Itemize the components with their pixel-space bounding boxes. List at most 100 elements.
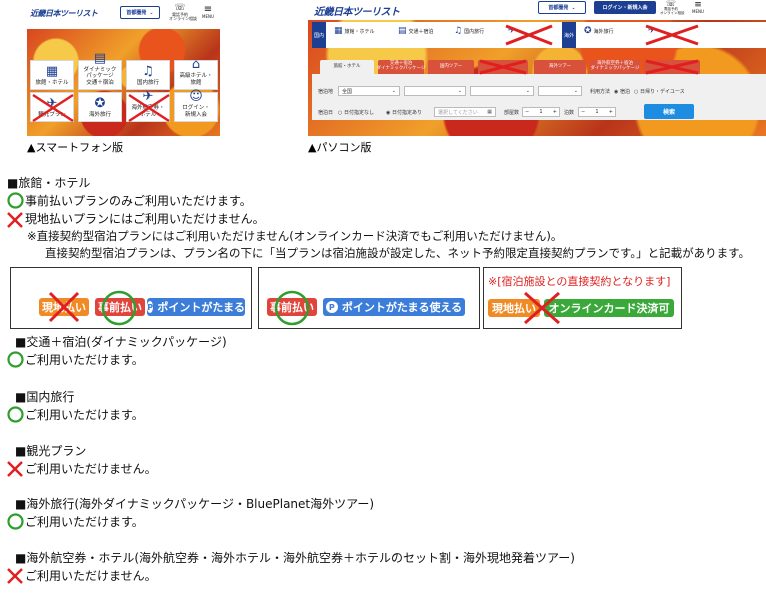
- pc-overseas-badge: 海外: [562, 22, 576, 48]
- minus-icon[interactable]: −: [581, 109, 585, 115]
- pc-login-button[interactable]: ログイン・新規入会: [594, 1, 656, 14]
- minus-icon[interactable]: −: [525, 109, 529, 115]
- ng-cross-icon: [7, 568, 23, 584]
- pc-date-input[interactable]: 選択してください ▦: [434, 107, 496, 117]
- pc-subarea-select[interactable]: ⌄: [470, 86, 534, 96]
- phone-tile-sightseeing[interactable]: ✈ 観光プラン: [30, 92, 74, 123]
- pc-nights-label: 泊数: [564, 110, 575, 116]
- smartphone-screenshot: 近畿日本ツーリスト 首都圏発 ⌄ ☏ 電話予約 オンライン相談 ≡ MENU ▦…: [27, 2, 220, 136]
- pc-nav-hotel[interactable]: ▦ 旅館・ホテル: [334, 26, 375, 36]
- phone-menu-label: MENU: [202, 14, 214, 19]
- plus-icon[interactable]: +: [609, 109, 613, 115]
- pc-tab-1[interactable]: 交通＋宿泊 ダイナミックパッケージ: [376, 60, 426, 74]
- dp-heading: ■交通＋宿泊(ダイナミックパッケージ): [15, 335, 227, 349]
- dp-line: ご利用いただけます。: [25, 353, 144, 367]
- pc-tab-6[interactable]: [644, 60, 700, 74]
- pc-nav-overseas[interactable]: ✪ 海外旅行: [584, 26, 614, 36]
- pc-usage-option-day[interactable]: ○ 日帰り・デイユース: [634, 88, 685, 95]
- phone-tile-user[interactable]: ☺ ログイン・ 新規入会: [174, 90, 218, 122]
- pc-tab-2[interactable]: 国内ツアー: [428, 60, 474, 74]
- pc-menu-label: MENU: [692, 9, 704, 14]
- pc-date-option-set[interactable]: ◉ 日付指定あり: [386, 109, 422, 116]
- phone-menu-button[interactable]: ≡ MENU: [198, 5, 218, 19]
- pc-nav-domestic[interactable]: ♫ 国内旅行: [454, 26, 484, 36]
- points-chip: P ポイントがたまる: [147, 298, 245, 316]
- phone-tile-label: 高級ホテル・ 旅館: [179, 73, 213, 86]
- pc-usage-label: 利用方法: [590, 89, 611, 95]
- phone-tile-luxury-hotel[interactable]: ⌂ 高級ホテル・ 旅館: [174, 57, 218, 90]
- points-chip-label: ポイントがたまる: [157, 301, 245, 314]
- pc-menu-button[interactable]: ≡ MENU: [689, 1, 707, 14]
- pc-usage-option-stay[interactable]: ◉ 宿泊: [614, 88, 630, 95]
- pc-domestic-label: 国内: [313, 32, 324, 39]
- pc-destination-select[interactable]: 全国 ⌄: [338, 86, 400, 96]
- phone-contact-label: 電話予約 オンライン相談: [169, 12, 197, 22]
- pc-area-select[interactable]: ⌄: [404, 86, 466, 96]
- pc-tab-3[interactable]: [478, 60, 528, 74]
- dynamic-package-icon: ▤: [398, 26, 407, 36]
- pc-screenshot: 近畿日本ツーリスト 首都圏発 ⌄ ログイン・新規入会 ☏ 電話予約 オンライン相…: [308, 0, 766, 136]
- online-card-chip: オンラインカード決済可: [544, 299, 674, 317]
- pc-destination-value: 全国: [342, 88, 353, 95]
- phone-logo: 近畿日本ツーリスト: [30, 9, 98, 18]
- pc-tab-4[interactable]: 海外ツアー: [534, 60, 586, 74]
- pay-local-chip: 現地払い: [488, 299, 540, 317]
- sightseeing-icon: ✈: [508, 26, 516, 36]
- phone-tile-label: ダイナミック パッケージ 交通＋宿泊: [83, 67, 117, 86]
- chevron-down-icon: ⌄: [457, 88, 462, 94]
- chevron-down-icon: ⌄: [149, 9, 154, 16]
- hotel-note2: 直接契約型宿泊プランは、プラン名の下に「当プランは宿泊施設が設定した、ネット予約…: [45, 246, 750, 260]
- pc-onsen-select[interactable]: ⌄: [538, 86, 582, 96]
- pc-nights-stepper[interactable]: − 1 +: [578, 107, 616, 117]
- pc-search-button[interactable]: 検索: [644, 104, 694, 119]
- pc-date-placeholder: 選択してください: [438, 109, 478, 116]
- pc-tab-0[interactable]: 旅館・ホテル: [320, 60, 374, 74]
- hotel-icon: ▦: [334, 26, 343, 36]
- overseas-travel-icon: ✪: [94, 95, 106, 111]
- points-use-chip: P ポイントがたまる使える: [323, 298, 465, 316]
- pc-contact-button[interactable]: ☏ 電話予約 オンライン相談: [660, 0, 685, 16]
- luxury-hotel-icon: ⌂: [191, 57, 201, 73]
- pc-date-none-label: 日付指定なし: [343, 110, 374, 116]
- phone-region-select-label: 首都圏発: [126, 10, 147, 16]
- pc-rooms-stepper[interactable]: − 1 +: [522, 107, 560, 117]
- pc-caption: ▲パソコン版: [308, 141, 372, 154]
- phone-tile-overseas-travel[interactable]: ✪ 海外旅行: [78, 92, 122, 122]
- phone-tile-hotel[interactable]: ▦ 旅館・ホテル: [30, 60, 74, 90]
- phone-tile-label: ログイン・ 新規入会: [182, 105, 210, 118]
- pc-usage-day-label: 日帰り・デイユース: [639, 89, 685, 95]
- phone-contact-button[interactable]: ☏ 電話予約 オンライン相談: [169, 4, 197, 22]
- phone-tile-overseas-flight[interactable]: ✈海外航空券・ ホテル: [126, 90, 170, 123]
- ok-circle-icon: [7, 406, 24, 423]
- chevron-down-icon: ⌄: [571, 4, 576, 11]
- phone-tile-dynamic-package[interactable]: ▤ ダイナミック パッケージ 交通＋宿泊: [78, 52, 122, 90]
- ng-cross-icon: [32, 93, 74, 123]
- phone-caption: ▲スマートフォン版: [27, 141, 124, 154]
- phone-region-select[interactable]: 首都圏発 ⌄: [120, 6, 160, 19]
- phone-tile-label: 海外旅行: [88, 111, 111, 118]
- pc-nav-dp[interactable]: ▤ 交通＋宿泊: [398, 26, 434, 36]
- domestic-line: ご利用いただけます。: [25, 408, 144, 422]
- pc-region-select[interactable]: 首都圏発 ⌄: [538, 1, 586, 14]
- pc-nav-strip: [312, 22, 766, 48]
- pc-nav-sightseeing[interactable]: ✈: [508, 26, 516, 36]
- ng-cross-icon: [7, 461, 23, 477]
- domestic-heading: ■国内旅行: [15, 390, 75, 404]
- overseas-line: ご利用いただけます。: [25, 515, 144, 529]
- hotel-icon: ▦: [45, 63, 59, 79]
- pc-tab-5[interactable]: 海外航空券＋宿泊 ダイナミックパッケージ: [590, 60, 640, 74]
- hotel-ng-line: 現地払いプランにはご利用いただけません。: [25, 212, 265, 226]
- hotel-heading: ■旅館・ホテル: [7, 176, 91, 190]
- phone-tile-domestic-travel[interactable]: ♫ 国内旅行: [126, 60, 170, 90]
- pc-nav-overseas-flight[interactable]: ✈: [648, 26, 656, 36]
- pc-rooms-value: 1: [539, 109, 543, 115]
- pc-date-set-label: 日付指定あり: [391, 110, 422, 116]
- example-box-1: 現地払い 事前払い P ポイントがたまる: [10, 267, 252, 329]
- pc-overseas-label: 海外: [563, 32, 574, 39]
- pc-region-select-label: 首都圏発: [548, 5, 569, 11]
- plus-icon[interactable]: +: [553, 109, 557, 115]
- pc-date-option-none[interactable]: ○ 日付指定なし: [338, 109, 374, 116]
- overseas-heading: ■海外旅行(海外ダイナミックパッケージ・BluePlanet海外ツアー): [15, 497, 375, 511]
- ng-cross-icon: [128, 93, 170, 123]
- hotel-note1: ※直接契約型宿泊プランにはご利用いただけません(オンラインカード決済でもご利用い…: [27, 229, 563, 243]
